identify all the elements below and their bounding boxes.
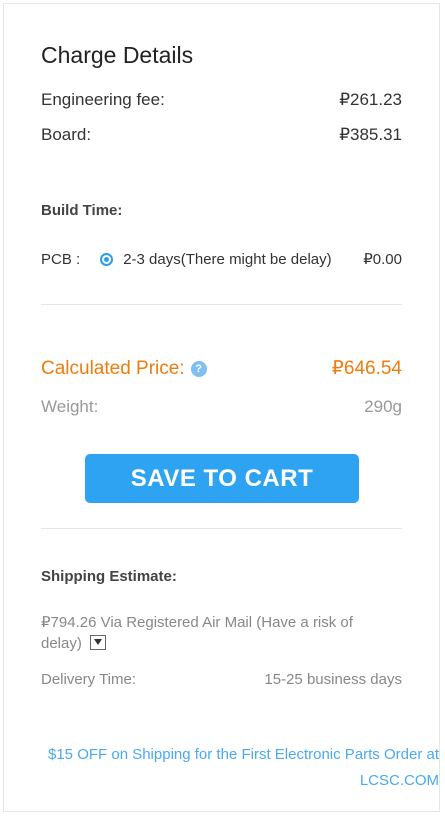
delivery-time-row: Delivery Time: 15-25 business days — [41, 671, 402, 688]
build-time-option-label[interactable]: 2-3 days(There might be delay) — [123, 251, 363, 268]
engineering-fee-value: ₽261.23 — [339, 90, 402, 109]
shipping-method-line: ₽794.26 Via Registered Air Mail (Have a … — [41, 612, 386, 654]
board-label: Board: — [41, 125, 92, 144]
board-row: Board: ₽385.31 — [41, 125, 402, 145]
weight-label: Weight: — [41, 397, 99, 416]
pcb-label: PCB : — [41, 250, 81, 268]
delivery-time-label: Delivery Time: — [41, 671, 137, 688]
shipping-via: Via — [100, 614, 123, 631]
calculated-price-label-group: Calculated Price:? — [41, 358, 207, 380]
build-time-option-price: ₽0.00 — [363, 251, 402, 268]
save-to-cart-button[interactable]: SAVE TO CART — [85, 454, 359, 503]
divider — [41, 304, 402, 305]
question-circle-icon[interactable]: ? — [190, 360, 207, 377]
pcb-build-time-row: PCB : 2-3 days(There might be delay) ₽0.… — [41, 250, 402, 269]
divider — [41, 528, 402, 529]
chevron-down-icon[interactable] — [89, 635, 106, 650]
weight-value: 290g — [364, 397, 402, 416]
shipping-promo-link[interactable]: $15 OFF on Shipping for the First Electr… — [34, 742, 439, 794]
charge-details-title: Charge Details — [41, 42, 194, 68]
calculated-price-row: Calculated Price:? ₽646.54 — [41, 357, 402, 380]
shipping-price: ₽794.26 — [41, 614, 97, 631]
board-value: ₽385.31 — [339, 125, 402, 144]
charge-details-panel: Charge Details Engineering fee: ₽261.23 … — [3, 3, 440, 812]
build-time-radio[interactable] — [100, 252, 114, 266]
engineering-fee-row: Engineering fee: ₽261.23 — [41, 90, 402, 110]
calculated-price-value: ₽646.54 — [331, 358, 402, 379]
engineering-fee-label: Engineering fee: — [41, 90, 165, 109]
delivery-time-value: 15-25 business days — [264, 671, 402, 688]
build-time-label: Build Time: — [41, 202, 123, 219]
calculated-price-label: Calculated Price: — [41, 357, 185, 379]
shipping-estimate-label: Shipping Estimate: — [41, 568, 177, 585]
weight-row: Weight: 290g — [41, 397, 402, 417]
